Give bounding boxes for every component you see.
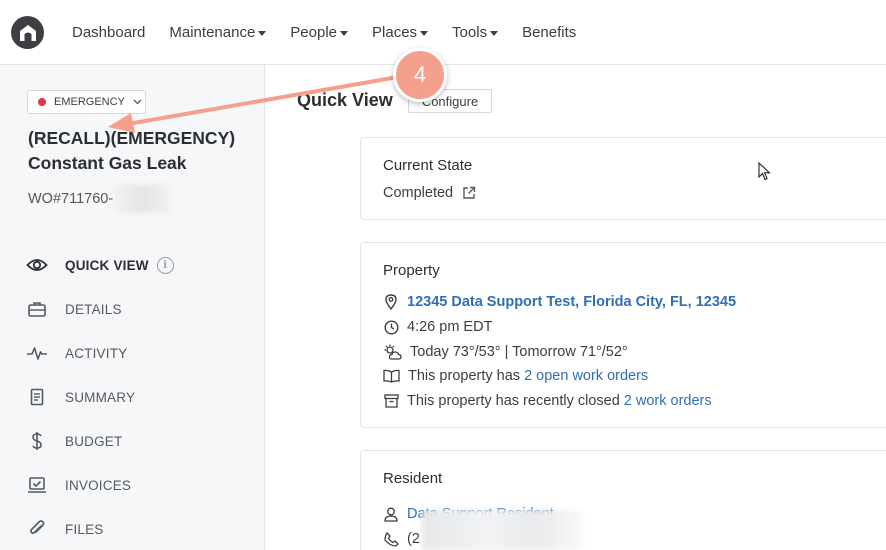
clock-icon [383,319,399,335]
step-number-badge: 4 [393,48,447,102]
top-nav-bar: Dashboard Maintenance People Places Tool… [0,0,886,65]
paperclip-icon [26,518,48,540]
priority-status-dot [38,98,46,106]
sidebar-item-quick-view[interactable]: QUICK VIEW i [26,243,256,287]
property-open-orders-row: This property has 2 open work orders [383,368,648,384]
caret-down-icon [340,30,349,36]
caret-down-icon [420,30,429,36]
property-weather-row: Today 73°/53° | Tomorrow 71°/52° [383,344,628,360]
invoice-icon [26,474,48,496]
sidebar-item-label: QUICK VIEW [65,257,149,273]
dollar-icon [26,430,48,452]
caret-down-icon [490,30,499,36]
property-local-time: 4:26 pm EDT [407,319,493,335]
nav-dashboard[interactable]: Dashboard [72,24,145,41]
sidebar-item-label: BUDGET [65,433,123,449]
archive-box-icon [383,393,399,409]
pulse-icon [26,342,48,364]
person-icon [383,506,399,522]
mouse-cursor-icon [758,161,772,187]
nav-tools-label: Tools [452,24,488,41]
open-book-icon [383,368,400,384]
sidebar-item-label: ACTIVITY [65,345,128,361]
nav-places-label: Places [372,24,418,41]
sidebar-item-files[interactable]: FILES [26,507,256,550]
partly-cloudy-icon [383,344,402,360]
eye-icon [26,254,48,276]
open-work-orders-link[interactable]: 2 open work orders [524,368,648,384]
work-order-number: WO#711760- [28,185,172,213]
nav-places[interactable]: Places [372,24,429,41]
nav-dashboard-label: Dashboard [72,24,146,41]
chevron-down-icon [133,97,142,107]
card-title: Current State [383,157,473,174]
caret-down-icon [258,30,267,36]
info-icon[interactable]: i [156,256,174,274]
priority-label: EMERGENCY [54,96,125,108]
house-icon [19,24,36,41]
nav-people-label: People [290,24,338,41]
current-state-value: Completed [383,185,454,201]
redacted-region [422,510,582,550]
nav-people[interactable]: People [290,24,349,41]
nav-benefits[interactable]: Benefits [522,24,576,41]
sidebar-item-invoices[interactable]: INVOICES [26,463,256,507]
document-icon [26,386,48,408]
current-state-card: Current State Completed [360,137,886,220]
sidebar-menu: QUICK VIEW i DETAILS ACTIVITY SUMMARY BU… [26,243,256,550]
priority-dropdown[interactable]: EMERGENCY [27,90,146,114]
closed-work-orders-link[interactable]: 2 work orders [624,393,712,409]
property-address-row: 12345 Data Support Test, Florida City, F… [383,294,736,310]
work-order-number-text: WO#711760- [28,191,114,207]
card-title: Property [383,262,440,279]
briefcase-icon [26,298,48,320]
external-link-icon[interactable] [462,186,476,200]
sidebar-item-details[interactable]: DETAILS [26,287,256,331]
work-order-title: (RECALL)(EMERGENCY) Constant Gas Leak [28,128,236,173]
resident-phone-row: (2 [383,531,420,547]
redacted-region [115,185,172,213]
current-state-row: Completed [383,185,476,201]
main-nav: Dashboard Maintenance People Places Tool… [72,0,600,65]
property-address-link[interactable]: 12345 Data Support Test, Florida City, F… [407,294,736,310]
sidebar-item-budget[interactable]: BUDGET [26,419,256,463]
nav-maintenance-label: Maintenance [169,24,256,41]
sidebar-item-label: DETAILS [65,301,122,317]
property-time-row: 4:26 pm EDT [383,319,492,335]
work-order-sidebar: EMERGENCY (RECALL)(EMERGENCY) Constant G… [0,65,265,550]
map-pin-icon [383,294,399,310]
nav-maintenance[interactable]: Maintenance [169,24,267,41]
sidebar-item-summary[interactable]: SUMMARY [26,375,256,419]
property-weather: Today 73°/53° | Tomorrow 71°/52° [410,344,628,360]
sidebar-item-label: FILES [65,521,104,537]
property-closed-orders-row: This property has recently closed 2 work… [383,393,712,409]
property-card: Property 12345 Data Support Test, Florid… [360,242,886,428]
nav-tools[interactable]: Tools [452,24,499,41]
sidebar-item-label: SUMMARY [65,389,136,405]
sidebar-item-label: INVOICES [65,477,132,493]
open-orders-text: This property has [408,368,525,384]
closed-orders-text: This property has recently closed [407,393,624,409]
sidebar-item-activity[interactable]: ACTIVITY [26,331,256,375]
nav-benefits-label: Benefits [522,24,577,41]
phone-icon [383,531,399,547]
home-logo[interactable] [11,16,44,49]
card-title: Resident [383,470,443,487]
resident-phone: (2 [407,531,420,547]
page-title: Quick View [297,90,393,110]
